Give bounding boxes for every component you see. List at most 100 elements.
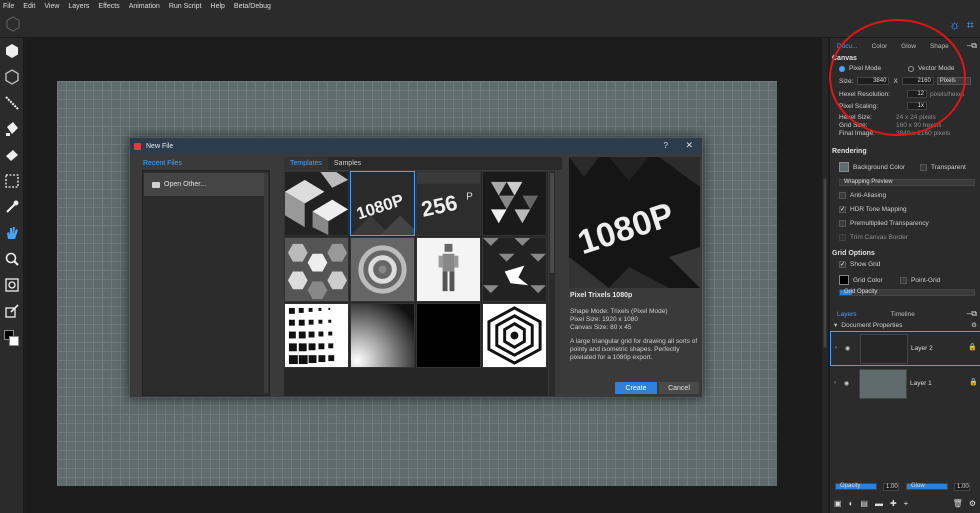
template-thumb-spiral[interactable] <box>350 237 415 302</box>
eye-icon[interactable]: ◉ <box>845 345 850 352</box>
group-icon[interactable]: ▤ <box>860 499 868 508</box>
transparent-checkbox[interactable]: Transparent <box>920 164 966 171</box>
tab-shape[interactable]: Shape <box>923 40 956 52</box>
show-grid-checkbox[interactable]: ✓ Show Grid <box>839 261 880 268</box>
vector-mode-radio[interactable]: Vector Mode <box>908 65 955 72</box>
anti-aliasing-checkbox[interactable]: Anti-Aliasing <box>839 192 886 199</box>
help-button[interactable]: ? <box>664 141 668 150</box>
export-icon[interactable] <box>0 298 24 324</box>
open-other-button[interactable]: Open Other... <box>144 173 264 196</box>
template-thumb-houndstooth[interactable] <box>482 237 547 302</box>
trash-icon[interactable]: 🗑 <box>953 499 963 508</box>
tab-glow[interactable]: Glow <box>894 40 923 52</box>
panel-controls-icon[interactable]: –⧉ <box>967 41 977 51</box>
select-icon[interactable] <box>0 168 24 194</box>
menu-view[interactable]: View <box>44 3 59 10</box>
gear-icon[interactable]: ⚙ <box>971 321 977 329</box>
merge-icon[interactable]: ▬ <box>875 499 883 508</box>
pixel-mode-radio[interactable]: Pixel Mode <box>839 65 881 72</box>
template-thumb-triangles[interactable] <box>482 171 547 236</box>
template-thumb-halftone[interactable] <box>350 303 415 368</box>
height-input[interactable]: 2160 <box>901 77 934 85</box>
new-layer-icon[interactable]: ▣ <box>834 499 842 508</box>
layer-2-row[interactable]: › ◉ Layer 2 🔒 <box>830 331 980 366</box>
top-toolbar: ☼ ⌗ <box>0 12 980 38</box>
opacity-slider[interactable]: Opacity <box>835 483 877 490</box>
close-button[interactable]: ✕ <box>685 140 693 151</box>
pixel-scaling-input[interactable]: 1x <box>907 102 927 110</box>
tab-layers[interactable]: Layers <box>830 308 864 320</box>
premultiplied-checkbox[interactable]: Premultiplied Transparency <box>839 220 929 227</box>
line-icon[interactable] <box>0 90 24 116</box>
recent-files-scrollbar[interactable] <box>264 173 268 393</box>
opacity-value[interactable]: 1.00 <box>883 483 899 491</box>
mask-icon[interactable]: ◐ <box>849 499 854 508</box>
menu-layers[interactable]: Layers <box>68 3 89 10</box>
template-title: Pixel Trixels 1080p <box>570 292 633 299</box>
sun-icon[interactable]: ☼ <box>949 18 961 31</box>
menu-animation[interactable]: Animation <box>129 3 160 10</box>
tab-samples[interactable]: Samples <box>328 157 367 170</box>
width-input[interactable]: 3840 <box>857 77 890 85</box>
hexel-resolution-row: Hexel Resolution: 12 pixels/hexel <box>839 90 964 98</box>
layer-1-row[interactable]: › ◉ Layer 1 🔒 <box>830 367 980 402</box>
expand-icon[interactable]: › <box>835 345 837 351</box>
hand-icon[interactable] <box>0 220 24 246</box>
eraser-icon[interactable] <box>0 142 24 168</box>
wrapping-preview-bar[interactable]: Wrapping Preview <box>839 179 975 186</box>
hexagon-outline-icon[interactable] <box>0 64 24 90</box>
template-thumb-iso-blocks[interactable] <box>284 171 349 236</box>
template-shape-mode: Shape Mode: Trixels (Pixel Mode) <box>570 308 668 315</box>
create-button[interactable]: Create <box>615 382 657 394</box>
hexagon-fill-icon[interactable] <box>0 38 24 64</box>
tab-document[interactable]: Docu... <box>830 40 865 52</box>
bucket-icon[interactable] <box>0 116 24 142</box>
menu-edit[interactable]: Edit <box>23 3 35 10</box>
template-thumb-hexes[interactable] <box>284 237 349 302</box>
template-thumb-pixel-person[interactable] <box>416 237 481 302</box>
zoom-icon[interactable] <box>0 246 24 272</box>
hdr-tone-mapping-checkbox[interactable]: ✓ HDR Tone Mapping <box>839 206 907 213</box>
trim-canvas-checkbox[interactable]: Trim Canvas Border <box>839 234 908 241</box>
size-row: Size: 3840 X 2160 Pixels <box>839 77 971 85</box>
template-thumb-1080p[interactable]: 1080P <box>350 171 415 236</box>
menu-file[interactable]: File <box>3 3 14 10</box>
hexel-resolution-input[interactable]: 12 <box>907 90 927 98</box>
layers-panel-controls-icon[interactable]: –⧉ <box>967 309 977 319</box>
eyedropper-icon[interactable] <box>0 194 24 220</box>
menu-run-script[interactable]: Run Script <box>169 3 202 10</box>
secondary-color-swatch[interactable] <box>9 336 19 346</box>
canvas-vertical-scrollbar[interactable] <box>822 38 828 513</box>
grid-opacity-slider[interactable]: Grid Opacity <box>839 289 975 296</box>
grid-color-row[interactable]: Grid Color <box>839 275 883 285</box>
layer-1-name: Layer 1 <box>910 380 932 387</box>
template-grid-scrollbar[interactable] <box>549 171 555 396</box>
settings-icon[interactable]: ⚙ <box>969 499 976 508</box>
menu-beta-debug[interactable]: Beta/Debug <box>234 3 271 10</box>
zoom-fit-icon[interactable] <box>0 272 24 298</box>
unit-dropdown[interactable]: Pixels <box>936 77 971 85</box>
tab-timeline[interactable]: Timeline <box>884 308 922 320</box>
glow-value[interactable]: 1.00 <box>954 483 970 491</box>
dialog-title: New File <box>146 142 174 150</box>
cancel-button[interactable]: Cancel <box>659 382 699 394</box>
menu-effects[interactable]: Effects <box>98 3 119 10</box>
tab-color[interactable]: Color <box>865 40 895 52</box>
eye-icon[interactable]: ◉ <box>844 380 849 387</box>
glow-slider[interactable]: Glow <box>906 483 948 490</box>
menu-help[interactable]: Help <box>211 3 225 10</box>
template-thumb-dot-gradient[interactable] <box>284 303 349 368</box>
tab-templates[interactable]: Templates <box>284 157 328 170</box>
hex-grid-icon[interactable]: ⌗ <box>967 18 974 31</box>
template-thumb-op-art[interactable] <box>482 303 547 368</box>
add-layer-icon[interactable]: + <box>904 499 909 508</box>
lock-icon[interactable]: 🔒 <box>968 343 977 351</box>
add-icon[interactable]: ✚ <box>890 499 897 508</box>
point-grid-checkbox[interactable]: Point-Grid <box>900 277 940 284</box>
expand-icon[interactable]: › <box>834 380 836 386</box>
document-properties-row[interactable]: ▾ Document Properties ⚙ <box>834 321 979 330</box>
background-color-row[interactable]: Background Color <box>839 162 905 172</box>
template-thumb-256p[interactable]: 256 P <box>416 171 481 236</box>
lock-icon[interactable]: 🔒 <box>969 378 978 386</box>
template-thumb-black[interactable] <box>416 303 481 368</box>
